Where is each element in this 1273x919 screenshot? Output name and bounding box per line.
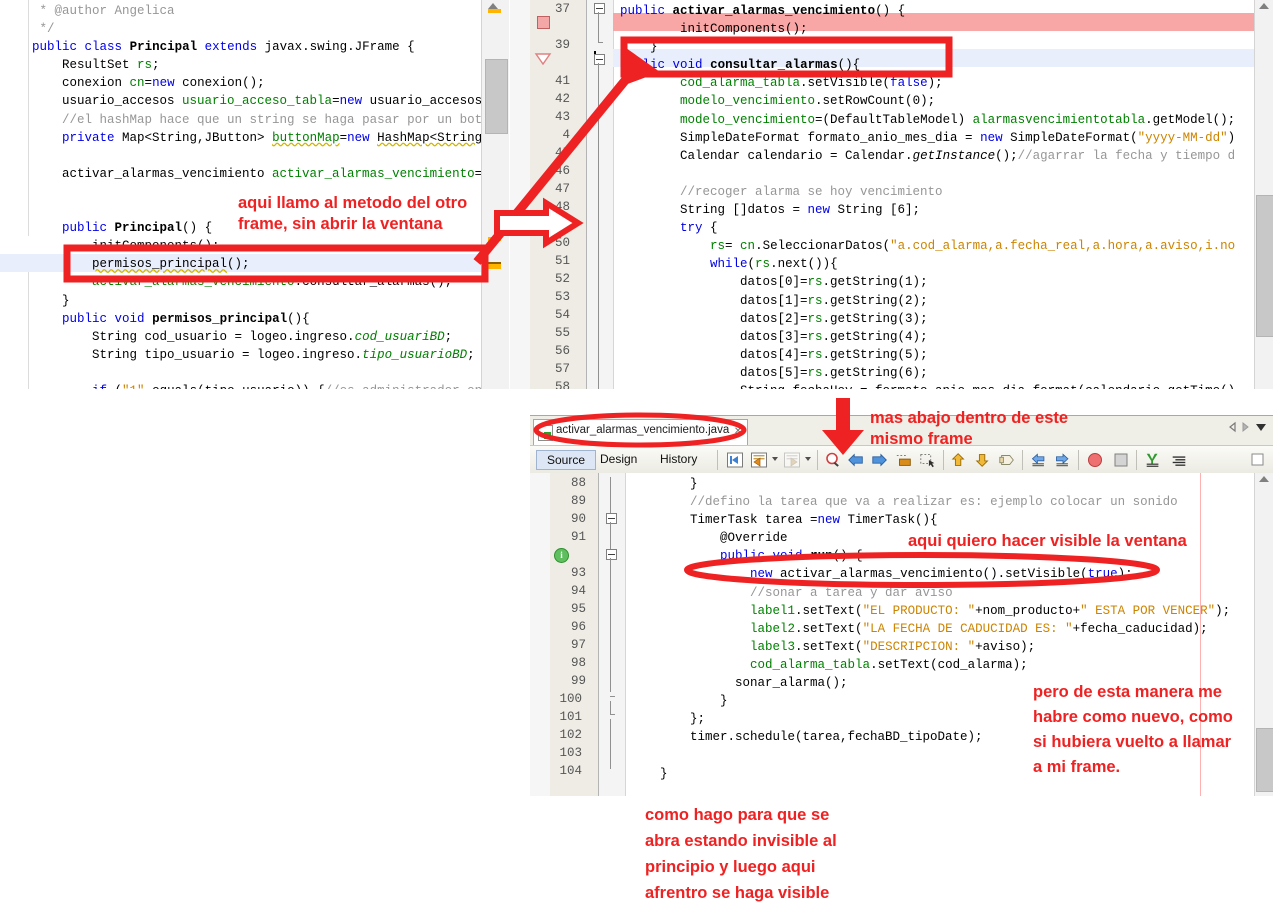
scroll-up-icon[interactable] (1259, 476, 1269, 482)
shift-line-up-icon[interactable] (950, 451, 968, 469)
forward-navigate-icon[interactable] (783, 451, 801, 469)
tab-scroll-controls[interactable] (1227, 420, 1267, 437)
previous-bookmark-icon[interactable] (847, 451, 865, 469)
fold-elbow (610, 696, 615, 697)
toggle-rectangular-selection-icon[interactable] (919, 451, 937, 469)
annotation-mark (488, 9, 501, 13)
fold-toggle[interactable] (594, 54, 605, 65)
next-bookmark-icon[interactable] (871, 451, 889, 469)
fold-line (610, 719, 611, 769)
shift-left-icon[interactable] (1030, 451, 1048, 469)
fold-elbow (610, 714, 615, 715)
tab-nav-icons[interactable] (1227, 420, 1267, 434)
gutter-divider (28, 0, 29, 389)
toggle-highlight-icon[interactable] (1144, 451, 1162, 469)
scrollbar-thumb[interactable] (485, 59, 508, 134)
forward-dropdown-icon[interactable] (805, 457, 811, 461)
fold-line (598, 63, 599, 389)
annotation-opens-as-new: pero de esta manera me habre como nuevo,… (1033, 683, 1233, 776)
annotation-make-visible: aqui quiero hacer visible la ventana (908, 532, 1187, 550)
fold-line (610, 522, 611, 551)
close-icon[interactable]: ✕ (734, 426, 742, 437)
fold-line (610, 558, 611, 692)
scroll-up-icon[interactable] (1259, 3, 1269, 9)
breakpoint-icon[interactable] (537, 16, 550, 29)
annotation-mark (488, 262, 501, 269)
annotation-question: como hago para que se abra estando invis… (645, 806, 837, 902)
back-dropdown-icon[interactable] (772, 457, 778, 461)
format-icon[interactable] (1170, 451, 1188, 469)
overflow-icon[interactable] (1250, 451, 1268, 469)
tab-history[interactable]: History (660, 452, 697, 466)
shift-right-icon[interactable] (1054, 451, 1072, 469)
java-file-icon (538, 425, 553, 441)
annotation-same-frame: mas abajo dentro de este mismo frame (870, 409, 1069, 448)
editor-top-right-scrollbar[interactable] (1254, 0, 1273, 389)
editor-top-right-left-strip (510, 0, 531, 389)
fold-toggle[interactable] (606, 513, 617, 524)
shift-line-down-icon[interactable] (974, 451, 992, 469)
tab-label: activar_alarmas_vencimiento.java (556, 424, 730, 436)
fold-elbow (598, 42, 603, 43)
fold-toggle[interactable] (594, 3, 605, 14)
fold-line (598, 12, 599, 42)
fold-line (610, 477, 611, 513)
tab-design[interactable]: Design (600, 452, 637, 466)
tab-source[interactable]: Source (536, 450, 597, 470)
info-hint-icon[interactable]: i (554, 548, 569, 563)
annotation-mark (488, 237, 501, 241)
find-selection-icon[interactable] (824, 451, 842, 469)
annotation-call-method: aqui llamo al metodo del otro frame, sin… (238, 194, 468, 233)
fold-line (610, 701, 611, 715)
stop-icon[interactable] (1112, 451, 1130, 469)
collapsed-fold-icon[interactable] (536, 54, 550, 64)
scrollbar-thumb[interactable] (1256, 195, 1273, 337)
start-macro-recording-icon[interactable] (998, 451, 1016, 469)
back-navigate-icon[interactable] (750, 451, 768, 469)
toggle-bookmark-icon[interactable] (895, 451, 913, 469)
stop-macro-icon[interactable] (1086, 451, 1104, 469)
editor-top-right-text[interactable]: public activar_alarmas_vencimiento() { i… (620, 2, 1235, 389)
editor-top-right[interactable]: 37 39 41 42 43 4 45 46 47 48 4 50 51 52 … (510, 0, 1273, 389)
fold-toggle[interactable] (606, 549, 617, 560)
last-edit-icon[interactable] (726, 451, 744, 469)
